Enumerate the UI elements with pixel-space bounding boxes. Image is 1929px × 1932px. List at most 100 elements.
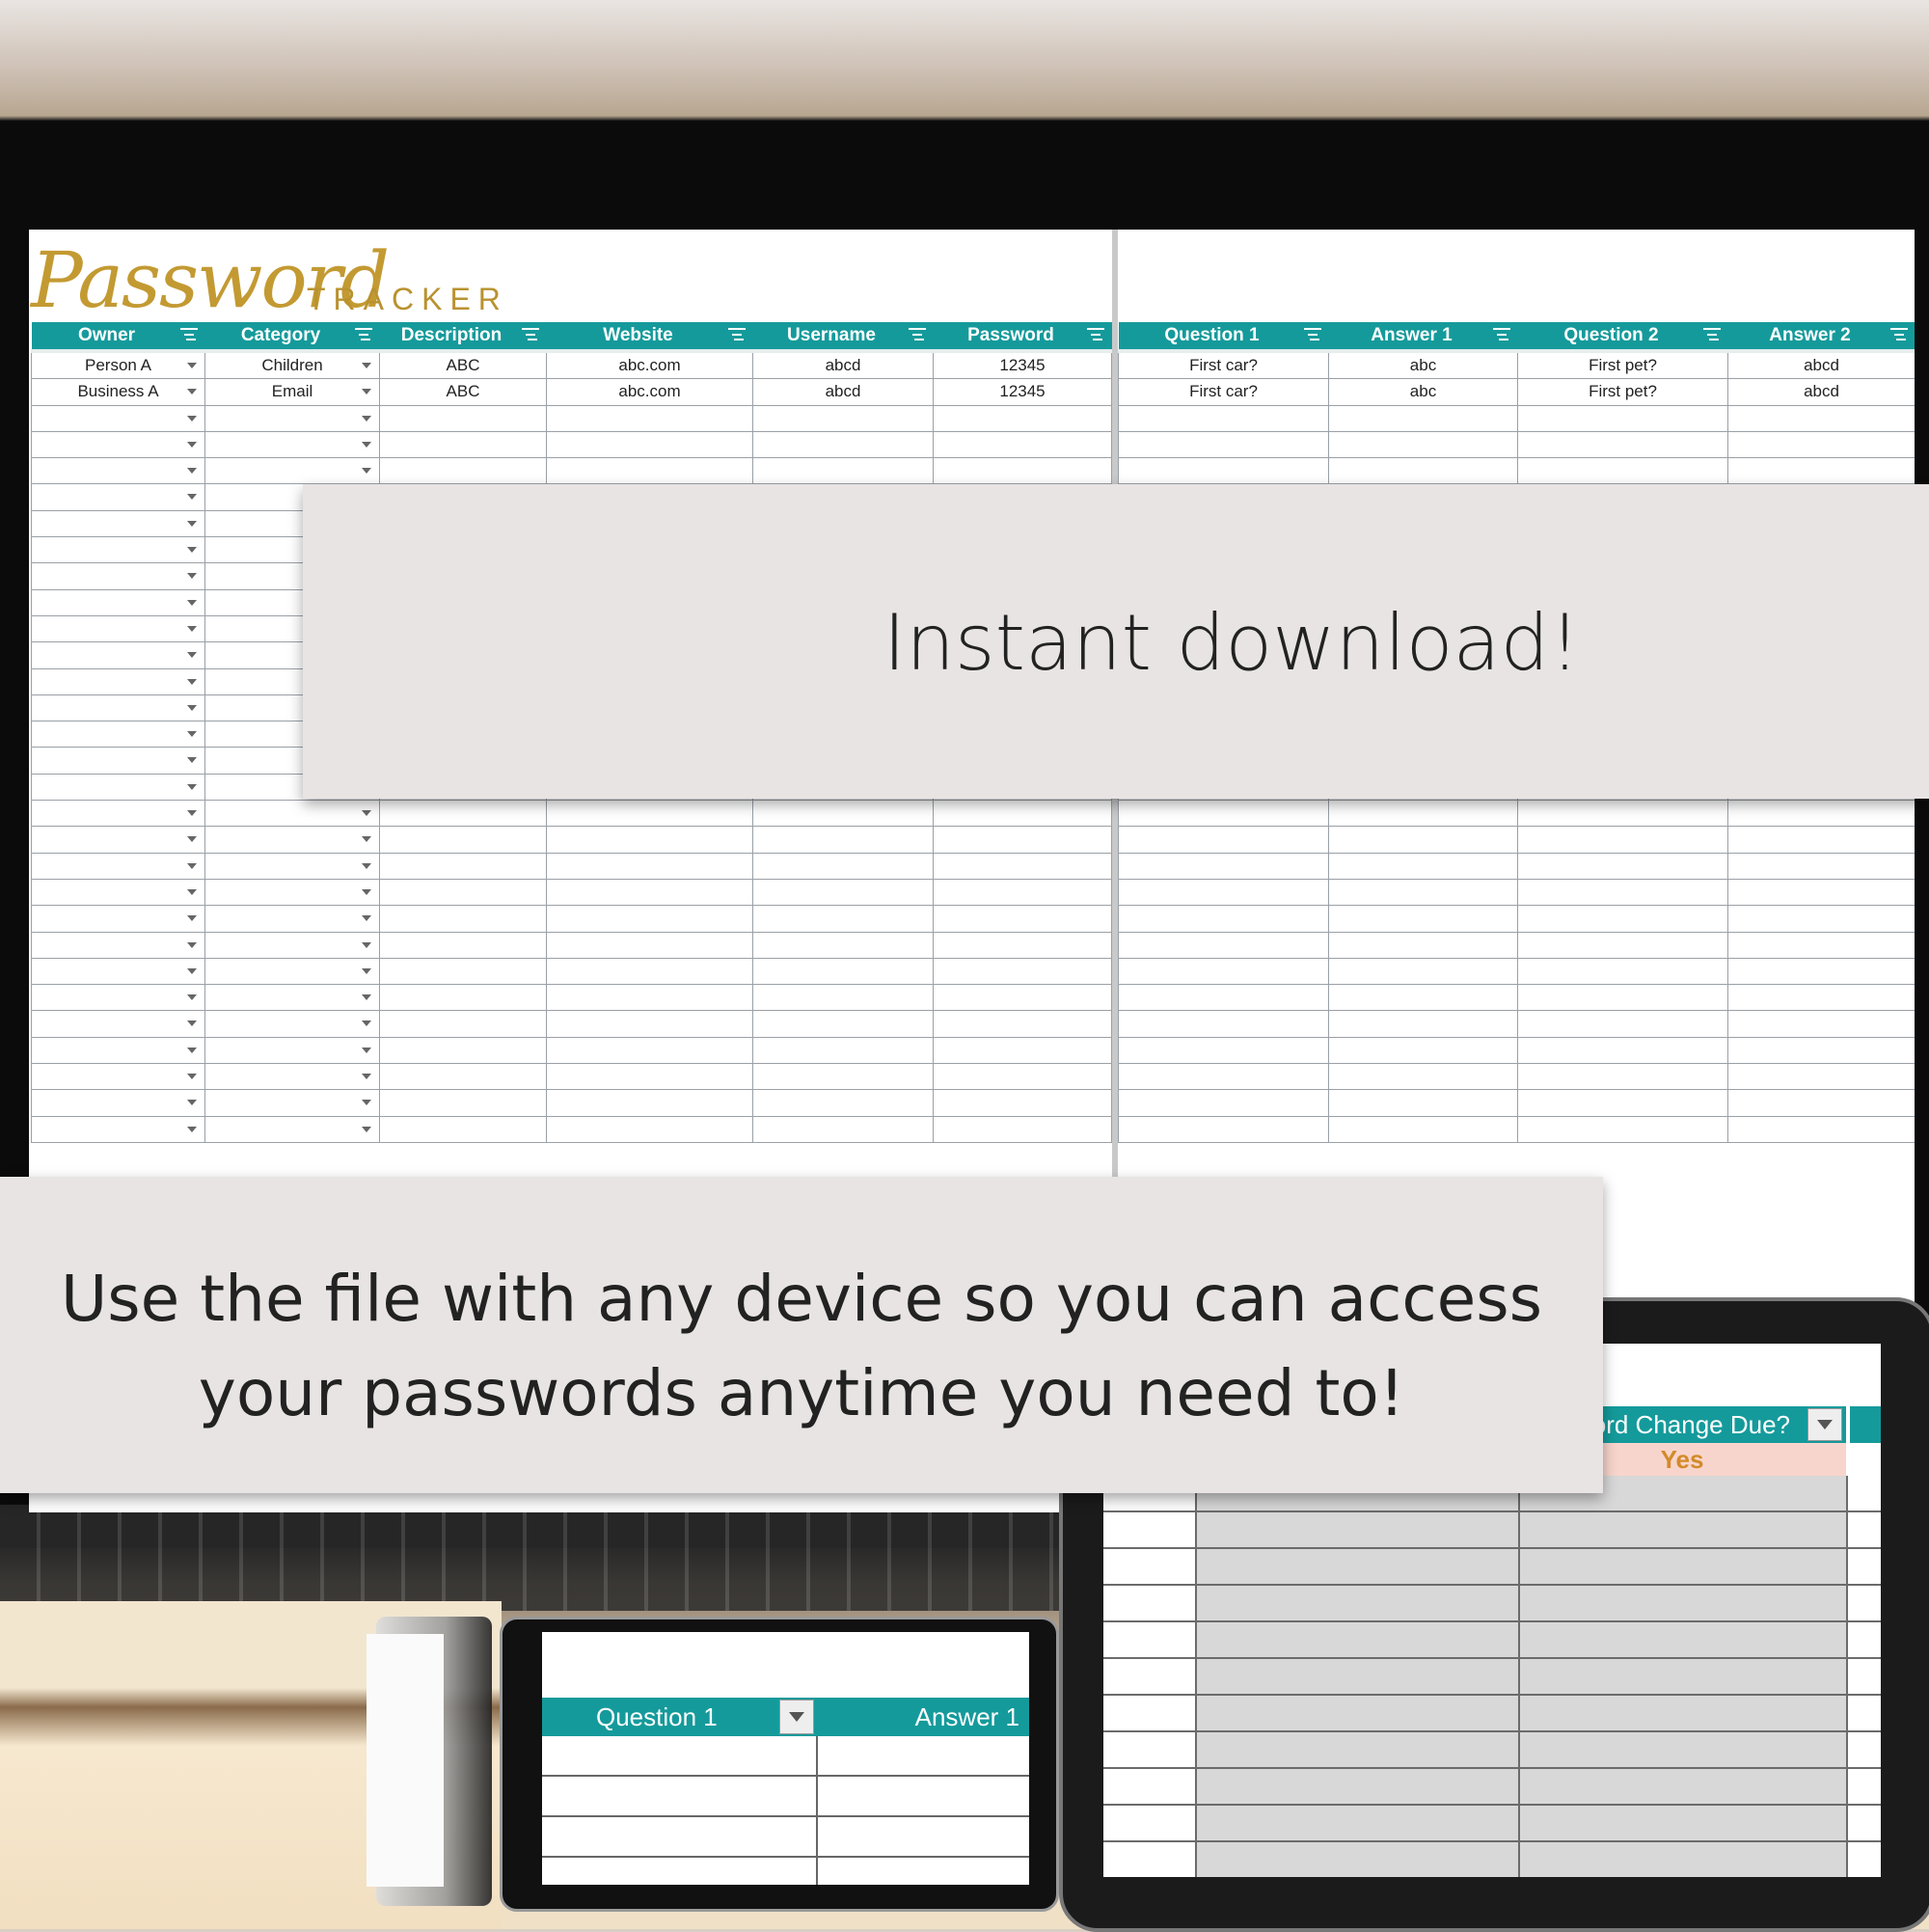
table-cell-password[interactable] [933,800,1112,828]
table-cell-q2[interactable] [1517,957,1728,986]
table-cell-website[interactable] [546,1010,753,1038]
table-cell-a1[interactable]: abc [1328,378,1518,406]
table-cell-description[interactable] [379,878,547,907]
table-cell-a2[interactable] [1727,931,1915,959]
table-cell-website[interactable] [546,1036,753,1065]
table-cell-password[interactable] [933,1010,1112,1038]
table-cell-a1[interactable] [1328,430,1518,459]
table-cell-username[interactable] [752,1063,934,1091]
column-header-question-2[interactable]: Question 2 [1517,322,1728,353]
table-cell-website[interactable] [546,430,753,459]
table-cell-description[interactable] [379,800,547,828]
table-cell-username[interactable] [752,1089,934,1117]
table-cell-a2[interactable] [1727,905,1915,933]
table-cell-username[interactable] [752,826,934,854]
table-cell-description[interactable]: ABC [379,378,547,406]
dropdown-arrow-icon[interactable] [187,888,197,895]
table-cell-q2[interactable] [1517,404,1728,432]
table-cell-category[interactable] [204,878,380,907]
table-cell-a2[interactable] [1727,457,1915,485]
table-cell-q2[interactable] [1517,931,1728,959]
dropdown-arrow-icon[interactable] [187,967,197,974]
table-cell-owner[interactable] [31,588,205,616]
table-cell-description[interactable] [379,1036,547,1065]
table-cell-category[interactable] [204,826,380,854]
table-cell-username[interactable]: abcd [752,378,934,406]
table-cell-a2[interactable] [1727,1036,1915,1065]
table-cell-website[interactable] [546,1063,753,1091]
table-cell-description[interactable] [379,957,547,986]
table-cell-q2[interactable] [1517,905,1728,933]
table-cell-password[interactable] [933,826,1112,854]
table-cell-description[interactable] [379,1115,547,1143]
table-cell-q2[interactable] [1517,1115,1728,1143]
filter-icon[interactable] [1492,328,1510,341]
table-cell-username[interactable] [752,905,934,933]
table-cell-a2[interactable]: abcd [1727,350,1915,380]
table-cell-owner[interactable] [31,1089,205,1117]
dropdown-arrow-icon[interactable] [362,363,371,368]
table-cell-username[interactable] [752,878,934,907]
table-cell-a1[interactable]: abc [1328,350,1518,380]
column-header-description[interactable]: Description [379,322,547,353]
table-cell-q1[interactable]: First car? [1118,350,1329,380]
table-cell-website[interactable] [546,878,753,907]
table-cell-q1[interactable] [1118,1115,1329,1143]
table-cell-category[interactable] [204,905,380,933]
table-cell-owner[interactable] [31,1063,205,1091]
table-cell-a1[interactable] [1328,1115,1518,1143]
table-cell-username[interactable] [752,957,934,986]
table-cell-a2[interactable] [1727,826,1915,854]
filter-icon[interactable] [1702,328,1721,341]
table-cell-website[interactable] [546,1089,753,1117]
table-cell-q2[interactable] [1517,878,1728,907]
table-cell-category[interactable] [204,1115,380,1143]
table-cell-description[interactable]: ABC [379,350,547,380]
table-cell-password[interactable] [933,957,1112,986]
table-cell-q2[interactable] [1517,1036,1728,1065]
table-cell-a1[interactable] [1328,1063,1518,1091]
table-cell-a2[interactable] [1727,430,1915,459]
dropdown-arrow-icon[interactable] [187,363,197,368]
table-cell-a1[interactable] [1328,1089,1518,1117]
dropdown-arrow-icon[interactable] [187,1074,197,1080]
table-cell-description[interactable] [379,430,547,459]
table-cell-password[interactable] [933,852,1112,880]
table-cell-category[interactable] [204,1010,380,1038]
dropdown-arrow-icon[interactable] [187,1047,197,1053]
table-cell-a2[interactable] [1727,1063,1915,1091]
table-cell-password[interactable] [933,878,1112,907]
table-cell-a2[interactable] [1727,1089,1915,1117]
table-cell-password[interactable]: 12345 [933,350,1112,380]
column-header-owner[interactable]: Owner [31,322,205,353]
dropdown-arrow-icon[interactable] [187,862,197,869]
column-header-category[interactable]: Category [204,322,380,353]
column-header-answer-1[interactable]: Answer 1 [1328,322,1518,353]
table-cell-owner[interactable] [31,694,205,722]
dropdown-arrow-icon[interactable] [362,941,371,948]
table-cell-password[interactable] [933,1036,1112,1065]
dropdown-arrow-icon[interactable] [187,652,197,659]
table-cell-owner[interactable] [31,430,205,459]
dropdown-arrow-icon[interactable] [362,389,371,395]
table-cell-a1[interactable] [1328,852,1518,880]
dropdown-arrow-icon[interactable] [362,1100,371,1106]
dropdown-arrow-icon[interactable] [187,1020,197,1027]
dropdown-arrow-icon[interactable] [187,468,197,475]
table-cell-website[interactable] [546,1115,753,1143]
table-cell-owner[interactable] [31,536,205,564]
table-cell-category[interactable] [204,931,380,959]
table-cell-q2[interactable] [1517,800,1728,828]
table-cell-a1[interactable] [1328,984,1518,1012]
table-cell-owner[interactable] [31,1010,205,1038]
table-cell-owner[interactable] [31,641,205,669]
table-cell-q2[interactable]: First pet? [1517,378,1728,406]
table-cell-owner[interactable] [31,614,205,643]
table-cell-owner[interactable] [31,667,205,695]
table-cell-website[interactable] [546,457,753,485]
table-cell-a2[interactable] [1727,404,1915,432]
table-cell-description[interactable] [379,931,547,959]
column-header-username[interactable]: Username [752,322,934,353]
table-cell-q1[interactable] [1118,430,1329,459]
dropdown-arrow-icon[interactable] [362,1074,371,1080]
